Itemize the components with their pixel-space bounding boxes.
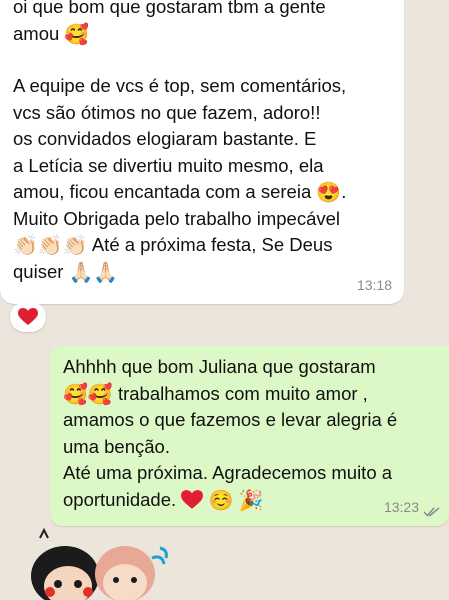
message-line-with-emoji: quiser 🙏🏻🙏🏻 (13, 259, 392, 286)
read-double-check-icon (423, 507, 440, 517)
party-popper-icon: 🎉 (238, 489, 264, 512)
message-text: trabalhamos com muito amor , (117, 382, 368, 404)
heart-eyes-icon: 😍 (316, 182, 342, 205)
message-text: Até a próxima festa, Se Deus (91, 234, 333, 255)
message-line: a Letícia se divertiu muito mesmo, ela (13, 154, 324, 176)
smiling-face-with-hearts-icon: 🥰🥰 (63, 383, 113, 406)
message-reaction[interactable] (10, 302, 46, 332)
message-line-with-emoji: amou 🥰 (13, 21, 392, 48)
red-heart-icon (18, 308, 38, 325)
outgoing-message-bubble[interactable]: Ahhhh que bom Juliana que gostaram 🥰🥰 tr… (50, 346, 449, 526)
message-line-with-emoji: 👏🏻👏🏻👏🏻 Até a próxima festa, Se Deus (13, 232, 392, 259)
message-line-with-emoji: amou, ficou encantada com a sereia 😍. (13, 181, 347, 205)
message-text: amou, ficou encantada com a sereia (13, 181, 312, 202)
message-line: uma benção. (63, 435, 170, 457)
message-line-with-emoji: 🥰🥰 trabalhamos com muito amor , (63, 381, 439, 408)
message-text: amou (13, 22, 60, 44)
message-line: os convidados elogiaram bastante. E (13, 128, 317, 149)
clapping-hands-icon: 👏🏻👏🏻👏🏻 (13, 235, 88, 258)
message-timestamp: 13:23 (383, 498, 419, 515)
message-text: oportunidade. (63, 488, 177, 510)
red-heart-icon (181, 489, 204, 509)
message-line: Muito Obrigada pelo trabalho impecável (13, 207, 341, 229)
message-line: oi que bom que gostaram tbm a gente (13, 0, 326, 17)
message-line: vcs são ótimos no que fazem, adoro!! (13, 101, 321, 123)
sticker-image[interactable] (0, 528, 200, 600)
smiling-face-icon: ☺️ (208, 489, 234, 512)
message-line: Até uma próxima. Agradecemos muito a (63, 462, 393, 483)
incoming-message-bubble[interactable]: oi que bom que gostaram tbm a gente amou… (0, 0, 404, 304)
message-text: quiser (13, 260, 64, 282)
message-line-with-emoji: oportunidade. ☺️ 🎉 (63, 487, 439, 514)
message-line: A equipe de vcs é top, sem comentários, (13, 75, 347, 96)
message-timestamp: 13:18 (356, 276, 392, 293)
folded-hands-icon: 🙏🏻🙏🏻 (68, 261, 119, 284)
message-line: amamos o que fazemos e levar alegria é (63, 409, 398, 430)
smiling-face-with-hearts-icon: 🥰 (64, 23, 90, 46)
message-line: Ahhhh que bom Juliana que gostaram (63, 356, 376, 377)
